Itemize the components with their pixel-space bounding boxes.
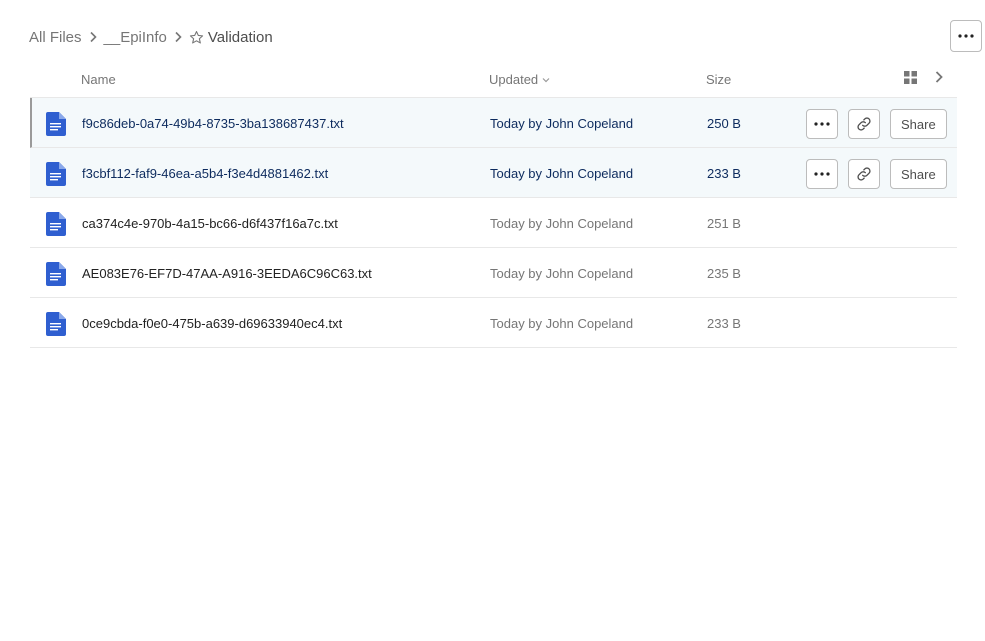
share-button[interactable]: Share	[890, 159, 947, 189]
table-row[interactable]: f3cbf112-faf9-46ea-a5b4-f3e4d4881462.txt…	[30, 148, 957, 198]
file-updated: Today by John Copeland	[490, 266, 634, 281]
link-icon	[857, 167, 871, 181]
file-name-link[interactable]: 0ce9cbda-f0e0-475b-a639-d69633940ec4.txt	[82, 316, 342, 331]
table-row[interactable]: f9c86deb-0a74-49b4-8735-3ba138687437.txt…	[30, 98, 957, 148]
file-size: 251 B	[707, 216, 741, 231]
sort-down-icon	[542, 77, 550, 82]
document-icon	[46, 212, 66, 236]
column-header-updated[interactable]: Updated	[489, 72, 550, 87]
table-row[interactable]: 0ce9cbda-f0e0-475b-a639-d69633940ec4.txt…	[30, 298, 957, 348]
file-list: f9c86deb-0a74-49b4-8735-3ba138687437.txt…	[30, 98, 957, 348]
copy-link-button[interactable]	[848, 159, 880, 189]
file-name-link[interactable]: f9c86deb-0a74-49b4-8735-3ba138687437.txt	[82, 116, 344, 131]
more-options-button[interactable]	[950, 20, 982, 52]
grid-view-icon[interactable]	[904, 71, 917, 87]
file-size: 250 B	[707, 116, 741, 131]
file-updated: Today by John Copeland	[490, 116, 634, 131]
breadcrumb-current-folder: Validation	[207, 28, 273, 46]
file-size: 235 B	[707, 266, 741, 281]
document-icon	[46, 112, 66, 136]
file-updated: Today by John Copeland	[490, 216, 634, 231]
document-icon	[46, 162, 66, 186]
column-header-updated-label: Updated	[489, 72, 539, 87]
row-actions: Share	[806, 159, 947, 189]
file-size: 233 B	[707, 316, 741, 331]
file-size: 233 B	[707, 166, 741, 181]
ellipsis-icon	[814, 172, 830, 176]
file-name-link[interactable]: ca374c4e-970b-4a15-bc66-d6f437f16a7c.txt	[82, 216, 338, 231]
chevron-right-icon[interactable]	[934, 70, 944, 87]
column-header-size[interactable]: Size	[706, 72, 731, 87]
document-icon	[46, 262, 66, 286]
file-updated: Today by John Copeland	[490, 166, 634, 181]
breadcrumb-item-epiinfo[interactable]: __EpiInfo	[104, 29, 167, 46]
link-icon	[857, 117, 871, 131]
row-more-options-button[interactable]	[806, 159, 838, 189]
file-name-link[interactable]: f3cbf112-faf9-46ea-a5b4-f3e4d4881462.txt	[82, 166, 328, 181]
share-button[interactable]: Share	[890, 109, 947, 139]
row-more-options-button[interactable]	[806, 109, 838, 139]
breadcrumb-item-all-files[interactable]: All Files	[29, 29, 82, 46]
table-row[interactable]: AE083E76-EF7D-47AA-A916-3EEDA6C96C63.txt…	[30, 248, 957, 298]
column-header-name[interactable]: Name	[81, 72, 116, 87]
chevron-right-icon	[167, 31, 189, 43]
document-icon	[46, 312, 66, 336]
copy-link-button[interactable]	[848, 109, 880, 139]
row-actions: Share	[806, 109, 947, 139]
table-row[interactable]: ca374c4e-970b-4a15-bc66-d6f437f16a7c.txt…	[30, 198, 957, 248]
ellipsis-icon	[814, 122, 830, 126]
chevron-right-icon	[82, 31, 104, 43]
breadcrumb: All Files __EpiInfo Validation	[29, 26, 273, 48]
file-updated: Today by John Copeland	[490, 316, 634, 331]
file-name-link[interactable]: AE083E76-EF7D-47AA-A916-3EEDA6C96C63.txt	[82, 266, 372, 281]
list-header: Name Updated Size	[30, 66, 957, 98]
star-icon[interactable]	[189, 30, 204, 45]
ellipsis-icon	[958, 34, 974, 38]
